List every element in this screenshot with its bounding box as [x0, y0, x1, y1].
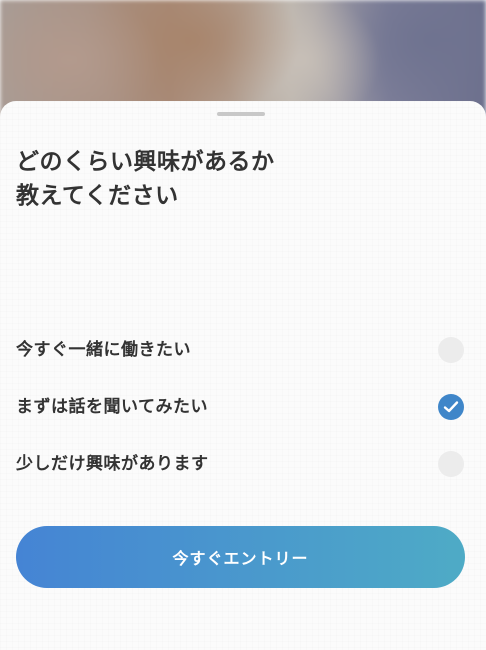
radio-unchecked[interactable]: [438, 337, 464, 363]
sheet-title-line-2: 教えてください: [16, 183, 179, 209]
entry-now-button[interactable]: 今すぐエントリー: [16, 526, 465, 588]
option-label: 少しだけ興味があります: [16, 454, 209, 474]
bottom-sheet: どのくらい興味があるか 教えてください 今すぐ一緒に働きたい まずは話を聞いてみ…: [0, 101, 486, 650]
option-work-now[interactable]: 今すぐ一緒に働きたい: [0, 328, 486, 372]
check-icon: [443, 401, 459, 413]
option-label: 今すぐ一緒に働きたい: [16, 340, 191, 360]
option-hear-story[interactable]: まずは話を聞いてみたい: [0, 385, 486, 429]
option-label: まずは話を聞いてみたい: [16, 397, 208, 417]
radio-unchecked[interactable]: [438, 451, 464, 477]
option-slightly-interested[interactable]: 少しだけ興味があります: [0, 442, 486, 486]
sheet-title-line-1: どのくらい興味があるか: [16, 149, 275, 175]
sheet-drag-handle[interactable]: [217, 112, 265, 116]
radio-checked[interactable]: [438, 394, 464, 420]
sheet-title: どのくらい興味があるか 教えてください: [16, 145, 446, 213]
screen: どのくらい興味があるか 教えてください 今すぐ一緒に働きたい まずは話を聞いてみ…: [0, 0, 486, 650]
